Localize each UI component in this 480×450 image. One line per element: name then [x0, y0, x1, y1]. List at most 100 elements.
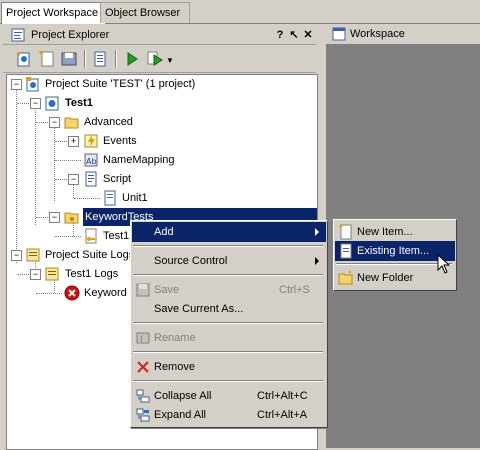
collapse-toggle[interactable]: − [30, 269, 41, 280]
submenu-item-new-item[interactable]: New Item... [335, 222, 455, 242]
tree-line [36, 122, 48, 123]
error-icon [64, 285, 80, 301]
expand-shortcut: Ctrl+Alt+A [257, 409, 308, 421]
menu-separator [133, 351, 323, 353]
advanced-label: Advanced [84, 116, 133, 128]
menu-item-remove[interactable]: Remove [132, 357, 326, 377]
close-panel-button[interactable]: ✕ [302, 28, 314, 42]
tab-object-browser[interactable]: Object Browser [100, 2, 190, 23]
tree-line [55, 141, 67, 142]
project-explorer-icon [11, 28, 25, 42]
project-suite-icon [26, 77, 39, 92]
chevron-down-icon[interactable]: ▼ [166, 56, 174, 65]
tree-line [17, 274, 29, 275]
new-project-suite-icon[interactable] [15, 50, 33, 68]
tree-line [55, 179, 67, 180]
test1-logs-label: Test1 Logs [65, 268, 119, 280]
keyword-test-icon [85, 228, 97, 244]
tree-line [36, 217, 48, 218]
menu-item-expand-all[interactable]: Expand All Ctrl+Alt+A [132, 405, 326, 425]
collapse-toggle[interactable]: − [30, 98, 41, 109]
project-suite-label: Project Suite 'TEST' (1 project) [45, 78, 196, 90]
submenu-arrow-icon [315, 228, 319, 236]
collapse-toggle[interactable]: − [49, 117, 60, 128]
menu-item-save[interactable]: Save Ctrl+S [132, 280, 326, 300]
context-menu: Add Source Control Save Ctrl+S Save Curr… [130, 220, 328, 428]
logs-icon [26, 248, 40, 262]
collapse-all-icon [136, 389, 150, 403]
tree-node-unit1[interactable]: Unit1 [7, 189, 317, 207]
properties-icon[interactable] [91, 50, 109, 68]
project-logs-icon [45, 267, 59, 281]
tree-node-advanced[interactable]: − Advanced [7, 113, 317, 131]
collapse-toggle[interactable]: − [11, 79, 22, 90]
suite-logs-label: Project Suite Logs [45, 249, 135, 261]
mouse-cursor-icon [437, 254, 451, 274]
expand-all-icon [136, 408, 150, 422]
tree-node-project-suite[interactable]: − Project Suite 'TEST' (1 project) [7, 75, 317, 93]
menu-item-source-control[interactable]: Source Control [132, 251, 326, 271]
submenu-arrow-icon [315, 257, 319, 265]
tree-line [17, 103, 29, 104]
run-project-icon[interactable] [146, 50, 164, 68]
menu-separator [336, 263, 452, 265]
workspace-icon [332, 27, 346, 41]
namemapping-icon: Ab [84, 153, 98, 167]
save-icon[interactable] [60, 50, 78, 68]
script-label: Script [103, 173, 132, 185]
menu-separator [133, 380, 323, 382]
svg-text:Ab: Ab [86, 157, 97, 166]
unit-file-icon [104, 190, 116, 206]
menu-separator [133, 245, 323, 247]
project-explorer-title: Project Explorer [31, 29, 110, 41]
collapse-shortcut: Ctrl+Alt+C [257, 390, 308, 402]
folder-open-icon [64, 117, 79, 129]
svg-text:I: I [140, 335, 143, 345]
tree-line [55, 236, 81, 237]
expand-toggle[interactable]: + [68, 136, 79, 147]
test1-label: Test1 [103, 230, 130, 242]
help-button[interactable]: ? [274, 28, 286, 42]
collapse-toggle[interactable]: − [49, 212, 60, 223]
tree-line [36, 293, 62, 294]
rename-icon: I [136, 332, 150, 345]
toolbar-separator [115, 50, 117, 68]
document-tab-strip: Project Workspace Object Browser [0, 0, 480, 24]
workspace-caption: Workspace [326, 24, 480, 45]
pin-button[interactable]: ↖ [288, 28, 300, 42]
existing-item-icon [340, 243, 352, 259]
tree-line [55, 160, 81, 161]
run-icon[interactable] [123, 50, 141, 68]
new-item-icon[interactable] [38, 50, 56, 68]
keyword-tests-folder-icon [64, 212, 79, 224]
tree-line [74, 198, 100, 199]
explorer-toolbar: ▼ [3, 46, 316, 73]
new-item-icon [339, 224, 352, 240]
menu-separator [133, 322, 323, 324]
toolbar-separator [84, 50, 86, 68]
namemapping-label: NameMapping [103, 154, 175, 166]
script-icon [85, 171, 97, 187]
tree-node-events[interactable]: + Events [7, 132, 317, 150]
keyword-log-label: Keyword [84, 287, 127, 299]
menu-item-save-current-as[interactable]: Save Current As... [132, 299, 326, 319]
tab-project-workspace[interactable]: Project Workspace [1, 2, 106, 24]
remove-icon [137, 361, 149, 373]
events-label: Events [103, 135, 137, 147]
tree-node-namemapping[interactable]: Ab NameMapping [7, 151, 317, 169]
workspace-title: Workspace [350, 28, 405, 40]
project-icon [45, 96, 59, 111]
menu-item-rename[interactable]: I Rename [132, 328, 326, 348]
tree-node-script[interactable]: − Script [7, 170, 317, 188]
tree-node-project-test1[interactable]: − Test1 [7, 94, 317, 112]
collapse-toggle[interactable]: − [68, 174, 79, 185]
menu-item-collapse-all[interactable]: Collapse All Ctrl+Alt+C [132, 386, 326, 406]
save-shortcut: Ctrl+S [279, 284, 310, 296]
new-folder-icon [338, 270, 353, 285]
menu-separator [133, 274, 323, 276]
menu-item-add[interactable]: Add [132, 222, 326, 242]
project-label: Test1 [65, 97, 93, 109]
collapse-toggle[interactable]: − [11, 250, 22, 261]
events-icon [84, 134, 98, 148]
save-icon [136, 283, 150, 297]
